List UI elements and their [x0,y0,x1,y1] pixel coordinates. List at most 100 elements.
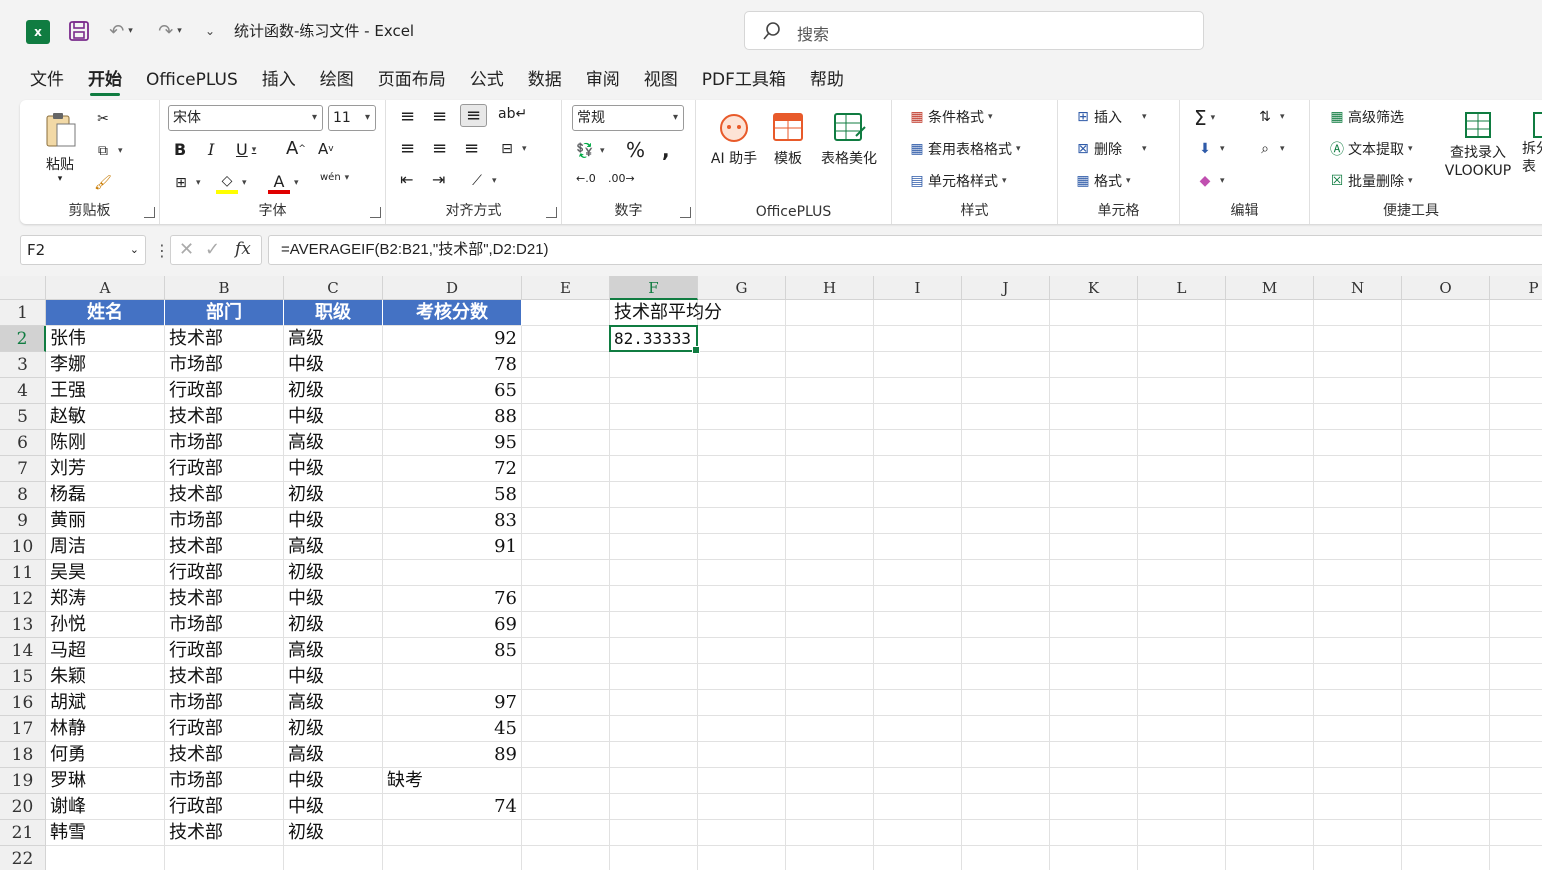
align-center-button[interactable]: ≡ [432,138,447,159]
cell-B12[interactable]: 技术部 [165,586,284,612]
cell-M15[interactable] [1226,664,1314,690]
cell-F15[interactable] [610,664,698,690]
cell-C20[interactable]: 中级 [284,794,383,820]
cell-J12[interactable] [962,586,1050,612]
cell-L11[interactable] [1138,560,1226,586]
batch-delete-button[interactable]: ☒ 批量删除 ▾ [1326,170,1413,192]
cell-J5[interactable] [962,404,1050,430]
column-header-J[interactable]: J [962,276,1050,300]
cell-M10[interactable] [1226,534,1314,560]
cell-P10[interactable] [1490,534,1542,560]
bold-button[interactable]: B [174,140,186,159]
cell-I8[interactable] [874,482,962,508]
cell-A15[interactable]: 朱颖 [46,664,165,690]
cell-F11[interactable] [610,560,698,586]
cell-N12[interactable] [1314,586,1402,612]
cell-M19[interactable] [1226,768,1314,794]
align-left-button[interactable]: ≡ [400,138,415,159]
column-header-K[interactable]: K [1050,276,1138,300]
cell-K12[interactable] [1050,586,1138,612]
cell-I18[interactable] [874,742,962,768]
cell-B5[interactable]: 技术部 [165,404,284,430]
cell-O15[interactable] [1402,664,1490,690]
cell-L14[interactable] [1138,638,1226,664]
cell-F22[interactable] [610,846,698,870]
cell-O11[interactable] [1402,560,1490,586]
cell-C12[interactable]: 中级 [284,586,383,612]
cell-C1[interactable]: 职级 [284,300,383,326]
row-header-17[interactable]: 17 [0,716,46,742]
cell-E6[interactable] [522,430,610,456]
cell-H10[interactable] [786,534,874,560]
redo-button[interactable]: ↷ ▾ [150,18,190,44]
cell-G17[interactable] [698,716,786,742]
cell-F19[interactable] [610,768,698,794]
split-table-button[interactable]: 拆分 表 [1522,110,1542,176]
cell-H7[interactable] [786,456,874,482]
cell-G12[interactable] [698,586,786,612]
cell-M21[interactable] [1226,820,1314,846]
cell-B18[interactable]: 技术部 [165,742,284,768]
cell-C7[interactable]: 中级 [284,456,383,482]
cell-B10[interactable]: 技术部 [165,534,284,560]
cell-I6[interactable] [874,430,962,456]
cell-I3[interactable] [874,352,962,378]
cell-P8[interactable] [1490,482,1542,508]
cell-F14[interactable] [610,638,698,664]
cell-K13[interactable] [1050,612,1138,638]
cell-L10[interactable] [1138,534,1226,560]
cell-O14[interactable] [1402,638,1490,664]
tab-7[interactable]: 数据 [516,62,574,98]
cell-N13[interactable] [1314,612,1402,638]
cell-B19[interactable]: 市场部 [165,768,284,794]
insert-cells-button[interactable]: ⊞ 插入 ▾ [1072,106,1146,128]
column-header-C[interactable]: C [284,276,383,300]
cell-P9[interactable] [1490,508,1542,534]
phonetic-button[interactable]: wén ▾ [320,172,349,183]
sort-filter-button[interactable]: ⇅ ▾ [1254,106,1284,128]
customize-quick-access-button[interactable]: ⌄ [200,18,220,44]
cell-M20[interactable] [1226,794,1314,820]
cell-G18[interactable] [698,742,786,768]
cell-F8[interactable] [610,482,698,508]
cell-F3[interactable] [610,352,698,378]
cell-D18[interactable]: 89 [383,742,522,768]
cell-P1[interactable] [1490,300,1542,326]
cell-J4[interactable] [962,378,1050,404]
cell-E16[interactable] [522,690,610,716]
cell-F4[interactable] [610,378,698,404]
cell-C10[interactable]: 高级 [284,534,383,560]
cell-P7[interactable] [1490,456,1542,482]
column-header-H[interactable]: H [786,276,874,300]
cell-J11[interactable] [962,560,1050,586]
cell-D20[interactable]: 74 [383,794,522,820]
cell-F6[interactable] [610,430,698,456]
cell-I11[interactable] [874,560,962,586]
cell-F9[interactable] [610,508,698,534]
cell-P21[interactable] [1490,820,1542,846]
table-beautify-button[interactable]: 表格美化 [814,110,884,168]
row-header-19[interactable]: 19 [0,768,46,794]
cell-B3[interactable]: 市场部 [165,352,284,378]
cell-E4[interactable] [522,378,610,404]
cell-P13[interactable] [1490,612,1542,638]
cell-G16[interactable] [698,690,786,716]
cell-E22[interactable] [522,846,610,870]
cell-N9[interactable] [1314,508,1402,534]
cell-D6[interactable]: 95 [383,430,522,456]
cell-K9[interactable] [1050,508,1138,534]
tab-5[interactable]: 页面布局 [366,62,458,98]
cell-K22[interactable] [1050,846,1138,870]
cell-B9[interactable]: 市场部 [165,508,284,534]
cell-C17[interactable]: 初级 [284,716,383,742]
copy-button[interactable]: ⧉ ▾ [92,140,123,162]
cell-H14[interactable] [786,638,874,664]
cell-D9[interactable]: 83 [383,508,522,534]
cell-G4[interactable] [698,378,786,404]
cell-A9[interactable]: 黄丽 [46,508,165,534]
cell-P3[interactable] [1490,352,1542,378]
cell-M9[interactable] [1226,508,1314,534]
text-extract-button[interactable]: Ⓐ 文本提取 ▾ [1326,138,1413,160]
cell-E19[interactable] [522,768,610,794]
row-header-20[interactable]: 20 [0,794,46,820]
